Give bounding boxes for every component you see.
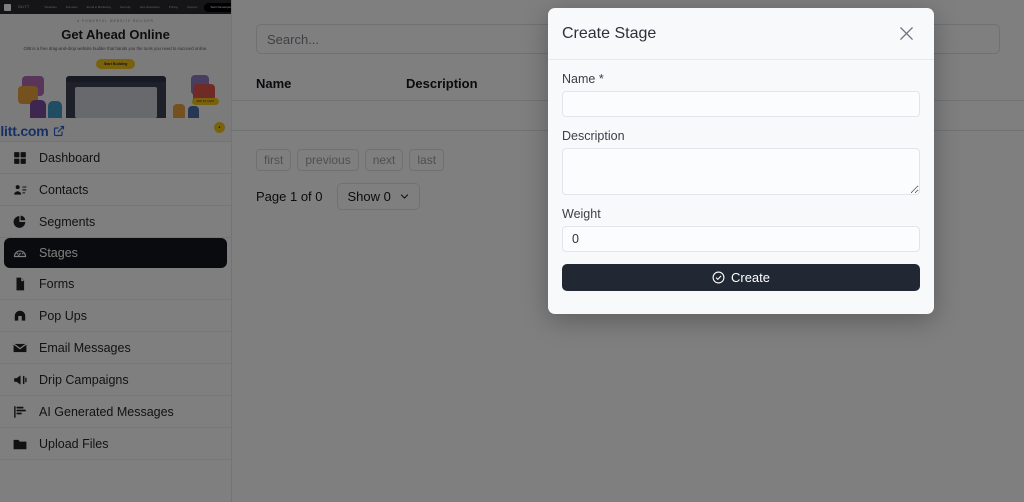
- create-stage-modal: Create Stage Name * Description Weight 0…: [548, 8, 934, 314]
- weight-field-group: Weight: [562, 207, 920, 252]
- weight-field-label: Weight: [562, 207, 601, 221]
- create-button-label: Create: [730, 270, 771, 285]
- name-field-label: Name *: [562, 72, 604, 86]
- close-x-glyph: [899, 27, 913, 40]
- description-textarea[interactable]: [562, 148, 920, 195]
- description-field-group: Description: [562, 129, 920, 195]
- name-input[interactable]: [562, 91, 920, 117]
- app-root: OLITT Websites Domains Email & Marketing…: [0, 0, 1024, 502]
- modal-body: Name * Description Weight Create: [548, 60, 934, 314]
- close-icon[interactable]: [894, 22, 918, 46]
- modal-header: Create Stage: [548, 8, 934, 60]
- description-field-label: Description: [562, 129, 625, 143]
- create-button[interactable]: Create: [562, 264, 920, 291]
- name-field-group: Name *: [562, 72, 920, 117]
- modal-title: Create Stage: [562, 24, 657, 42]
- weight-input[interactable]: [562, 226, 920, 252]
- check-circle-icon: [712, 271, 725, 284]
